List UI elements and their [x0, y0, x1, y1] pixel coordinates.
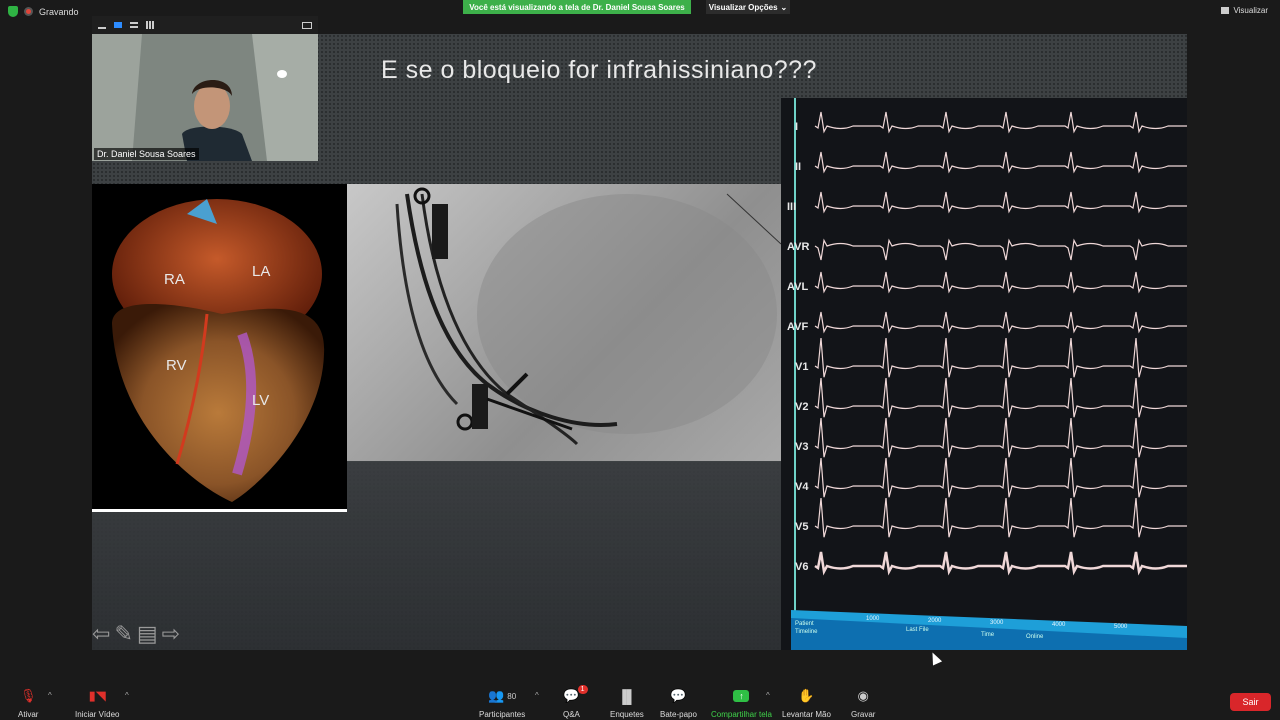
qa-button[interactable]: 💬 1 Q&A [563, 685, 588, 719]
previous-slide-icon[interactable]: ⇦ [92, 622, 110, 646]
pen-icon[interactable]: ✎ [114, 622, 132, 646]
video-off-icon: ▮◥ [88, 688, 106, 703]
unmute-label: Ativar [18, 710, 39, 719]
recording-status: Gravando [8, 6, 79, 17]
qa-icon: 💬 1 [563, 685, 588, 705]
view-options-label: Visualizar Opções [708, 2, 778, 12]
ecg-monitor-image: I II III AVR AVL AVF V1 V2 V3 V4 V5 V6 1000 2000 3000… [781, 98, 1187, 650]
audio-options-caret[interactable]: ^ [48, 691, 52, 700]
strip-view-icon[interactable] [130, 22, 138, 28]
ecg-lead-label: V4 [795, 481, 809, 493]
share-options-caret[interactable]: ^ [766, 691, 770, 700]
ecg-lead-label: V2 [795, 401, 808, 413]
view-options-button[interactable]: Visualizar Opções ⌄ [706, 0, 790, 14]
participants-label: Participantes [479, 710, 526, 719]
mouse-cursor [927, 650, 943, 666]
chat-button[interactable]: 💬 Bate-papo [660, 687, 697, 719]
next-slide-icon[interactable]: ⇨ [162, 622, 180, 646]
qa-label: Q&A [563, 710, 580, 719]
participants-options-caret[interactable]: ^ [535, 691, 539, 700]
ecg-lead-label: V3 [795, 441, 808, 453]
chevron-down-icon: ⌄ [780, 2, 788, 12]
ecg-timeline-tick: 3000 [990, 620, 1004, 626]
fluoroscopy-image [347, 184, 781, 461]
zoom-meeting-window: Gravando Você está visualizando a tela d… [0, 0, 1280, 720]
ecg-timeline-tick: 5000 [1114, 624, 1128, 630]
raise-hand-button[interactable]: ✋ Levantar Mão [782, 687, 831, 719]
slide-navigation: ⇦ ✎ ▤ ⇨ [92, 622, 180, 646]
qa-badge: 1 [577, 685, 588, 694]
polls-button[interactable]: ▐▌ Enquetes [610, 687, 644, 720]
security-shield-icon[interactable] [8, 6, 18, 17]
start-video-button[interactable]: ▮◥ Iniciar Vídeo [75, 687, 119, 719]
bar-chart-icon: ▐▌ [617, 688, 637, 704]
menu-icon[interactable]: ▤ [137, 622, 158, 646]
participant-count: 80 [507, 691, 517, 701]
speaker-name-label: Dr. Daniel Sousa Soares [94, 148, 199, 160]
view-button[interactable]: Visualizar [1221, 6, 1268, 15]
ecg-timeline-tick: 4000 [1052, 622, 1066, 628]
ecg-lead-label: AVR [787, 241, 809, 253]
heart-label-ra: RA [164, 271, 185, 288]
share-screen-label: Compartilhar tela [711, 710, 772, 719]
view-label: Visualizar [1233, 6, 1268, 15]
gallery-view-icon[interactable] [146, 21, 154, 29]
raise-hand-label: Levantar Mão [782, 710, 831, 719]
ecg-footer-timeline: Timeline [795, 629, 818, 635]
heart-label-la: LA [252, 263, 270, 280]
heart-illustration: RA LA RV LV [112, 199, 325, 502]
leave-meeting-button[interactable]: Sair [1230, 693, 1271, 711]
slide-title: E se o bloqueio for infrahissiniano??? [381, 56, 817, 84]
record-label: Gravar [851, 710, 876, 719]
ecg-lead-label: AVL [787, 281, 808, 293]
recording-icon [24, 7, 33, 16]
ecg-lead-label: AVF [787, 321, 808, 333]
ecg-lead-label: II [795, 161, 801, 173]
ecg-lead-label: V5 [795, 521, 808, 533]
grid-view-icon [1221, 7, 1230, 14]
fluoroscopy-illustration [395, 187, 781, 446]
polls-label: Enquetes [610, 710, 644, 719]
start-video-label: Iniciar Vídeo [75, 710, 120, 719]
ecg-lead-label: V1 [795, 361, 808, 373]
ecg-footer-time: Time [981, 632, 995, 638]
ecg-footer-patient: Patient [795, 621, 814, 627]
ecg-lead-label: I [795, 121, 798, 133]
ecg-traces: IIIIIIAVRAVLAVFV1V2V3V4V5V6 1000 2000 3000… [781, 98, 1187, 650]
video-panel-toolbar [92, 16, 318, 34]
chat-bubble-icon: 💬 [670, 688, 687, 703]
share-screen-icon: ↑ [733, 687, 750, 705]
ecg-lead-label: V6 [795, 561, 808, 573]
recording-label: Gravando [39, 6, 79, 17]
record-icon: ◉ [857, 688, 869, 703]
unmute-button[interactable]: 🎙 Ativar [18, 687, 38, 719]
active-speaker-view-icon[interactable] [114, 22, 122, 28]
heart-anatomy-image: RA LA RV LV [92, 184, 347, 512]
speaker-video-panel[interactable]: Dr. Daniel Sousa Soares [92, 16, 318, 161]
speaker-video-frame: Dr. Daniel Sousa Soares [92, 34, 318, 161]
participants-icon: 👥 80 [488, 688, 517, 703]
ecg-lead-label: III [787, 201, 796, 213]
minimize-icon[interactable] [98, 27, 106, 29]
share-screen-button[interactable]: ↑ Compartilhar tela [711, 687, 772, 719]
heart-label-rv: RV [166, 357, 187, 374]
speaker-video-feed [92, 34, 318, 161]
ecg-timeline-tick: 1000 [866, 616, 880, 622]
ecg-footer-online: Online [1026, 634, 1044, 640]
record-button[interactable]: ◉ Gravar [851, 687, 875, 719]
chat-label: Bate-papo [660, 710, 697, 719]
ecg-footer-lastfile: Last File [906, 627, 929, 633]
participants-button[interactable]: 👥 80 Participantes [479, 687, 525, 719]
muted-microphone-icon: 🎙 [19, 688, 37, 703]
video-options-caret[interactable]: ^ [125, 691, 129, 700]
heart-label-lv: LV [252, 392, 269, 409]
meeting-toolbar: 🎙 Ativar ^ ▮◥ Iniciar Vídeo ^ 👥 80 Partic… [0, 685, 1280, 720]
ecg-timeline-tick: 2000 [928, 618, 942, 624]
hand-icon: ✋ [798, 688, 815, 703]
viewing-share-banner: Você está visualizando a tela de Dr. Dan… [463, 0, 691, 14]
exit-fullscreen-icon[interactable] [302, 21, 312, 29]
